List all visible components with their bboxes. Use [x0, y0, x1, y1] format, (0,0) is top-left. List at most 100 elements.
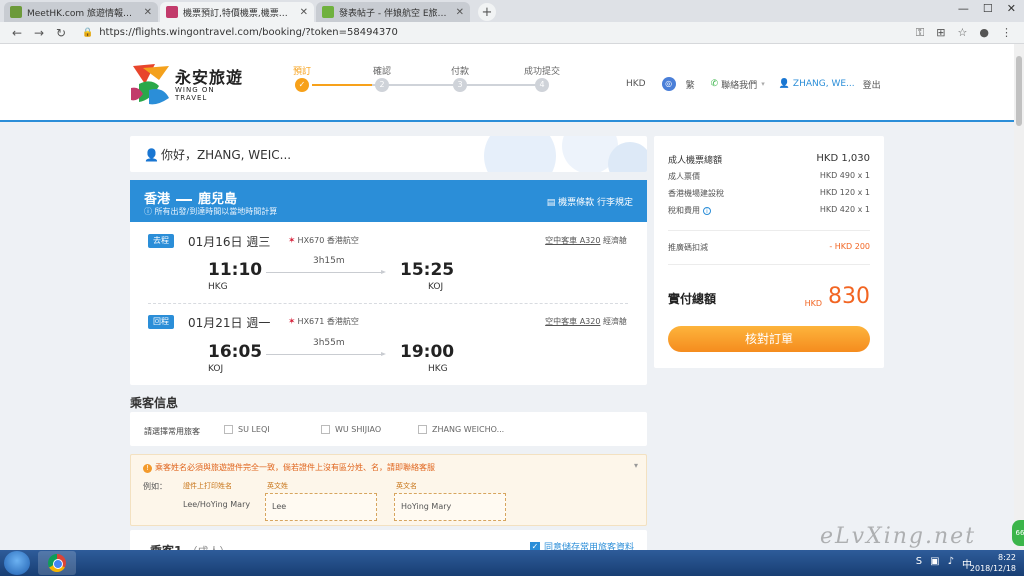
departure-airport: KOJ [208, 364, 224, 374]
clock-time: 8:22 [998, 553, 1016, 562]
user-icon: 👤 [778, 79, 790, 89]
price-label: 香港機場建設稅 [668, 189, 724, 198]
booking-progress: 預訂 ✓ 確認 2 付款 3 成功提交 4 [292, 64, 568, 100]
profile-icon[interactable]: ● [979, 26, 989, 40]
star-icon[interactable]: ☆ [958, 26, 968, 40]
step-payment: 付款 3 [440, 64, 480, 92]
volume-icon[interactable]: ♪ [948, 556, 954, 571]
airport-tax-line: 香港機場建設稅 HKD 120 x 1 [668, 188, 870, 199]
scrollbar-thumb[interactable] [1016, 56, 1022, 126]
url-input[interactable]: 🔒 https://flights.wingontravel.com/booki… [78, 24, 916, 42]
promo-discount-line: 推廣碼扣減 - HKD 200 [668, 242, 870, 253]
menu-icon[interactable]: ⋮ [1001, 26, 1012, 40]
frequent-traveller-option[interactable]: WU SHIJIAO [321, 425, 381, 434]
minimize-icon[interactable]: — [958, 2, 969, 15]
segment-date: 01月16日 週三 [188, 235, 271, 249]
flight-path-line [266, 270, 386, 274]
close-window-icon[interactable]: ✕ [1007, 2, 1016, 15]
tab-favicon-icon [322, 6, 334, 18]
price-divider [668, 230, 870, 231]
aircraft-type[interactable]: 空中客車 A320 [545, 317, 600, 326]
warning-text: 乘客姓名必須與旅遊證件完全一致，倘若證件上沒有區分姓、名，請即聯絡客服 [155, 463, 435, 472]
outbound-segment: 去程 01月16日 週三 ✶ HX670 香港航空 空中客車 A320 經濟艙 1… [130, 222, 647, 302]
close-tab-icon[interactable]: ✕ [300, 7, 308, 18]
destination-city: 鹿兒島 [198, 192, 238, 207]
arrival-airport: KOJ [428, 282, 444, 292]
step-number: 4 [535, 78, 549, 92]
segment-airline: ✶ HX670 香港航空 [288, 235, 359, 246]
frequent-travellers-label: 請選擇常用旅客 [144, 427, 200, 436]
contact-link[interactable]: 聯絡我們 [721, 78, 757, 91]
route-cities: 香港 鹿兒島 [144, 188, 237, 207]
pay-total-value: 830 [828, 284, 870, 309]
doc-name-example: Lee/HoYing Mary [183, 500, 251, 509]
price-summary: 成人機票總額 HKD 1,030 成人票價 HKD 490 x 1 香港機場建設稅 H… [654, 136, 884, 368]
price-label: 成人票價 [668, 172, 700, 181]
user-name[interactable]: ZHANG, WE... [793, 79, 855, 89]
traveller-name: ZHANG WEICHO... [432, 425, 505, 434]
side-badge[interactable]: 66 [1012, 520, 1024, 546]
step-confirm: 確認 2 [362, 64, 402, 92]
step-number: 3 [453, 78, 467, 92]
arrival-time: 19:00 [400, 342, 455, 362]
taxes-fees-line: 稅和費用 i HKD 420 x 1 [668, 205, 870, 216]
checkbox[interactable] [418, 425, 427, 434]
price-value: - HKD 200 [829, 242, 870, 251]
local-time-text: 所有出發/到達時間以當地時間計算 [154, 207, 278, 216]
logout-link[interactable]: 登出 [863, 78, 881, 91]
maximize-icon[interactable]: ☐ [983, 2, 993, 15]
step-label: 成功提交 [523, 67, 560, 77]
review-order-button[interactable]: 核對訂單 [668, 326, 870, 352]
price-label: 推廣碼扣減 [668, 243, 708, 252]
reload-icon[interactable]: ↻ [52, 26, 70, 40]
close-tab-icon[interactable]: ✕ [456, 7, 464, 18]
browser-tab-2[interactable]: 機票預訂,特價機票,機票查詢,航空 ✕ [160, 2, 314, 22]
forward-icon[interactable]: → [30, 26, 48, 40]
airline-text: HX671 香港航空 [297, 317, 359, 326]
chrome-taskbar-button[interactable] [38, 551, 76, 575]
language-selector[interactable]: 繁 [686, 78, 695, 91]
new-tab-button[interactable]: + [478, 3, 496, 21]
network-icon[interactable]: ▣ [930, 556, 939, 571]
key-icon[interactable]: ⚿ [916, 26, 924, 40]
name-warning-box: ! 乘客姓名必須與旅遊證件完全一致，倘若證件上沒有區分姓、名，請即聯絡客服 ▾ 例… [130, 454, 647, 526]
return-segment: 回程 01月21日 週一 ✶ HX671 香港航空 空中客車 A320 經濟艙 1… [130, 304, 647, 384]
pay-total-currency: HKD [804, 299, 822, 308]
step-number: 2 [375, 78, 389, 92]
frequent-traveller-option[interactable]: SU LEQI [224, 425, 270, 434]
adult-fare-total: 成人機票總額 HKD 1,030 [668, 153, 870, 166]
chevron-down-icon[interactable]: ▾ [634, 461, 638, 470]
frequent-traveller-option[interactable]: ZHANG WEICHO... [418, 425, 504, 434]
tab-favicon-icon [10, 6, 22, 18]
doc-name-label: 證件上打印姓名 [183, 482, 232, 490]
tab-favicon-icon [166, 6, 178, 18]
app-tray-icon[interactable]: S [916, 556, 922, 571]
browser-tab-3[interactable]: 發表帖子 - 伴娘航空 E旅行网 ✕ [316, 2, 470, 22]
segment-date: 01月21日 週一 [188, 316, 271, 330]
phone-icon: ✆ [710, 79, 719, 89]
browser-actions: ⚿ ⊞ ☆ ● ⋮ [916, 26, 1012, 40]
flight-duration: 3h15m [313, 256, 345, 266]
back-icon[interactable]: ← [8, 26, 26, 40]
currency-selector[interactable]: HKD [626, 79, 646, 89]
warning-icon: ! [143, 464, 152, 473]
chevron-down-icon: ▾ [761, 80, 765, 88]
windows-taskbar: S ▣ ♪ 中 8:22 2018/12/18 [0, 550, 1024, 576]
surname-label: 英文姓 [267, 482, 288, 490]
fare-rules-link[interactable]: ▤ 機票條款 行李規定 [547, 195, 633, 208]
arrival-time: 15:25 [400, 260, 455, 280]
system-tray: S ▣ ♪ 中 [916, 556, 972, 571]
tab-title: 發表帖子 - 伴娘航空 E旅行网 [339, 8, 452, 19]
system-clock[interactable]: 8:22 2018/12/18 [970, 552, 1016, 574]
logo[interactable]: 永安旅遊 WING ON TRAVEL [129, 60, 249, 106]
segment-badge: 回程 [148, 315, 174, 329]
local-time-note: ⓘ 所有出發/到達時間以當地時間計算 [144, 206, 277, 217]
browser-tab-1[interactable]: MeetHK.com 旅遊情報網 - 每日... ✕ [4, 2, 158, 22]
info-icon[interactable]: i [703, 207, 711, 215]
aircraft-type[interactable]: 空中客車 A320 [545, 236, 600, 245]
start-button[interactable] [4, 551, 30, 575]
translate-icon[interactable]: ⊞ [936, 26, 945, 40]
checkbox[interactable] [224, 425, 233, 434]
checkbox[interactable] [321, 425, 330, 434]
close-tab-icon[interactable]: ✕ [144, 7, 152, 18]
